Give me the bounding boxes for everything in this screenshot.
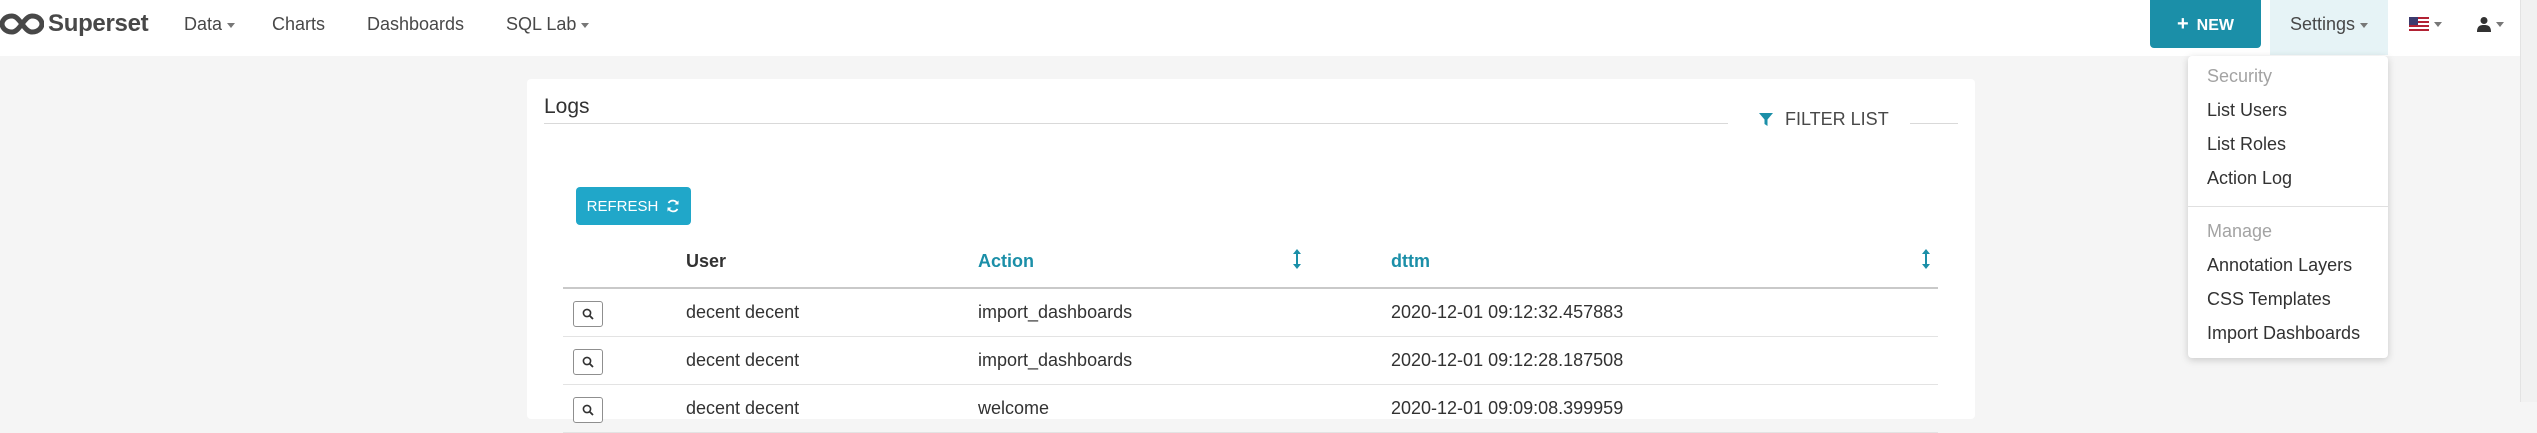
filter-icon: [1759, 112, 1773, 126]
chevron-down-icon: [2433, 21, 2442, 27]
column-header-action[interactable]: Action: [978, 251, 1034, 272]
nav-sqllab-label: SQL Lab: [506, 14, 577, 34]
view-record-button[interactable]: [573, 349, 603, 375]
nav-charts-link[interactable]: Charts: [272, 0, 325, 48]
nav-data-label: Data: [184, 14, 223, 34]
cell-dttm: 2020-12-01 09:09:08.399959: [1391, 398, 1624, 418]
divider: [1910, 123, 1958, 124]
refresh-button[interactable]: REFRESH: [576, 187, 691, 225]
nav-dashboards-link[interactable]: Dashboards: [367, 0, 464, 48]
nav-charts-label: Charts: [272, 14, 326, 34]
filter-list-label: FILTER LIST: [1785, 109, 1889, 129]
menu-item-list-roles[interactable]: List Roles: [2207, 134, 2286, 155]
table-row: decent decent import_dashboards 2020-12-…: [563, 337, 1938, 385]
nav-data-menu[interactable]: Data: [184, 0, 236, 48]
view-record-button[interactable]: [573, 397, 603, 423]
search-icon: [582, 404, 594, 416]
menu-item-action-log[interactable]: Action Log: [2207, 168, 2292, 189]
brand[interactable]: Superset: [0, 8, 149, 40]
chevron-down-icon: [2360, 22, 2369, 28]
nav-dashboards-label: Dashboards: [367, 14, 465, 34]
menu-item-annotation-layers[interactable]: Annotation Layers: [2207, 255, 2352, 276]
sort-icon[interactable]: [1922, 249, 1930, 269]
navbar: Superset Data Charts Dashboards SQL Lab …: [0, 0, 2520, 56]
sort-icon[interactable]: [1293, 249, 1301, 269]
page-scrollbar[interactable]: [2520, 0, 2537, 402]
cell-action: import_dashboards: [978, 302, 1133, 322]
plus-icon: +: [2176, 13, 2189, 35]
security-section-header: Security: [2207, 66, 2273, 86]
table-row: decent decent import_dashboards 2020-12-…: [563, 289, 1938, 337]
us-flag-icon: [2408, 17, 2429, 31]
page-title: Logs: [544, 95, 590, 118]
cell-action: welcome: [978, 398, 1050, 418]
cell-dttm: 2020-12-01 09:12:28.187508: [1391, 350, 1624, 370]
manage-section-header: Manage: [2207, 221, 2273, 241]
menu-divider: [2188, 206, 2388, 207]
user-icon: [2476, 17, 2491, 32]
view-record-button[interactable]: [573, 301, 603, 327]
refresh-icon: [667, 199, 679, 213]
search-icon: [582, 356, 594, 368]
menu-item-import-dashboards[interactable]: Import Dashboards: [2207, 323, 2360, 344]
brand-name: Superset: [48, 10, 149, 37]
cell-dttm: 2020-12-01 09:12:32.457883: [1391, 302, 1624, 322]
new-button[interactable]: + NEW: [2150, 0, 2261, 48]
nav-sqllab-menu[interactable]: SQL Lab: [506, 0, 590, 48]
search-icon: [582, 308, 594, 320]
cell-action: import_dashboards: [978, 350, 1133, 370]
cell-user: decent decent: [686, 398, 800, 418]
chevron-down-icon: [2495, 21, 2504, 27]
divider: [544, 123, 1728, 124]
logs-panel: Logs FILTER LIST REFRESH User Action dtt…: [527, 79, 1975, 433]
menu-item-css-templates[interactable]: CSS Templates: [2207, 289, 2331, 310]
column-header-dttm[interactable]: dttm: [1391, 251, 1430, 272]
table-row: decent decent welcome 2020-12-01 09:09:0…: [563, 385, 1938, 433]
column-header-user: User: [686, 251, 727, 271]
chevron-down-icon: [581, 22, 590, 28]
new-button-label: NEW: [2196, 17, 2234, 34]
filter-list-button[interactable]: FILTER LIST: [1759, 109, 1889, 130]
superset-logo-icon: [0, 13, 44, 35]
cell-user: decent decent: [686, 302, 800, 322]
settings-menu-button[interactable]: Settings: [2270, 0, 2388, 55]
language-menu-button[interactable]: [2400, 0, 2450, 48]
settings-dropdown-menu: Security List Users List Roles Action Lo…: [2188, 56, 2388, 358]
menu-item-list-users[interactable]: List Users: [2207, 100, 2287, 121]
user-menu-button[interactable]: [2470, 0, 2510, 48]
chevron-down-icon: [227, 22, 236, 28]
settings-label: Settings: [2289, 14, 2356, 34]
cell-user: decent decent: [686, 350, 800, 370]
refresh-label: REFRESH: [586, 197, 659, 215]
